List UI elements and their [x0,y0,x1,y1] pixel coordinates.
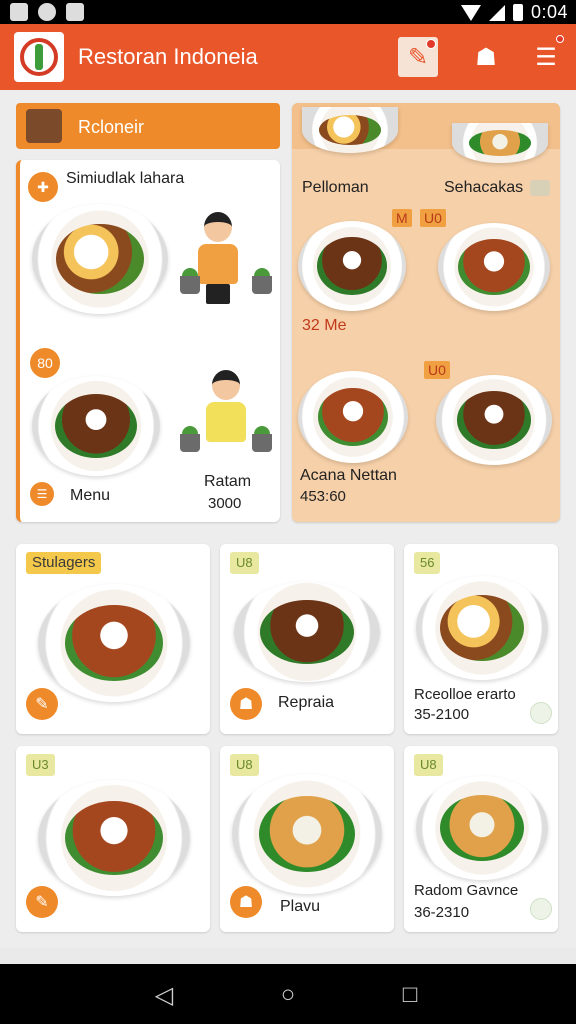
waiter-illustration [192,212,244,332]
notification-badge [426,39,436,49]
dish-image [302,107,398,153]
tile-tag: U8 [414,754,443,776]
recents-icon[interactable]: □ [390,980,430,1010]
tag: M [392,209,412,227]
plant-icon [252,268,272,294]
tile-label: Radom Gavnce [414,882,519,899]
tile-tag: U8 [230,754,259,776]
promo-card[interactable]: Pelloman Sehacakas M U0 32 Me U0 Acana N… [292,103,560,522]
dish-image [416,776,548,880]
chef-icon: ☗ [475,43,497,71]
chef-button[interactable]: ☗ [464,35,508,79]
tile-label: Repraia [278,694,335,711]
dish-image [416,576,548,680]
featured-card[interactable]: ✚ Simiudlak lahara 80 ☰ Menu Ratam 3000 [16,160,280,522]
home-icon[interactable]: ○ [268,980,308,1010]
messenger-icon [38,3,56,21]
section-header[interactable]: Rcloneir [16,103,280,149]
promo-item-price: 453:60 [300,488,346,505]
wifi-icon [460,4,481,21]
dish-image [438,223,550,311]
tile-price: 35-2100 [414,706,470,723]
status-bar: 0:04 [0,0,576,24]
tag: U0 [424,361,450,379]
dish-tile[interactable]: U3 ✎ [16,746,210,932]
tile-tag: U8 [230,552,259,574]
menu-button[interactable]: ☰ [524,35,568,79]
section-header-label: Rcloneir [78,117,145,137]
dish-image [234,582,380,682]
dish-image [436,375,552,465]
dish-tile[interactable]: 56 Rceolloe erarto 35-2100 [404,544,558,734]
dish-image [452,123,548,163]
promo-label-left: Pelloman [302,179,369,196]
tag: U0 [420,209,446,227]
plant-icon [180,268,200,294]
leaf-icon [530,702,552,724]
edit-button[interactable]: ✎ [398,37,438,77]
edit-icon: ✎ [407,43,429,71]
system-nav-bar: ◁ ○ □ [0,964,576,1024]
rating-label: Ratam [204,473,252,490]
status-time: 0:04 [530,2,568,22]
tile-tag: Stulagers [26,552,102,574]
dish-tile[interactable]: U8 Radom Gavnce 36-2310 [404,746,558,932]
edit-icon[interactable]: ✎ [26,688,58,720]
tile-label: Rceolloe erarto [414,686,516,703]
dish-image [298,221,406,311]
dish-image [38,780,190,896]
tile-price: 36-2310 [414,904,470,921]
chef-icon[interactable]: ☗ [230,886,262,918]
tile-tag: 56 [414,552,441,574]
tile-tag: U3 [26,754,55,776]
app-bar: Restoran Indoneia ✎ ☗ ☰ [0,24,576,90]
plant-icon [180,426,200,452]
signal-icon [488,4,505,21]
menu-badge [556,35,564,43]
dish-image [32,376,160,476]
restaurant-logo [14,32,64,82]
notification-icon [66,3,84,21]
leaf-icon [530,180,550,196]
menu-icon: ☰ [30,482,54,506]
badge-icon: 80 [30,348,60,378]
promo-mid-label: 32 Me [302,317,347,334]
dish-image [232,774,382,894]
dish-image [298,371,408,463]
featured-card-title: Simiudlak lahara [66,170,185,187]
menu-label[interactable]: Menu [70,487,110,505]
leaf-icon [530,898,552,920]
rating-value: 3000 [208,495,242,512]
gallery-icon [10,3,28,21]
dish-tile[interactable]: U8 ☗ Plavu [220,746,394,932]
section-thumbnail [26,109,62,143]
promo-item-name: Acana Nettan [300,467,397,484]
menu-icon: ☰ [535,43,557,71]
battery-icon [512,4,523,21]
tile-label: Plavu [280,898,321,915]
dish-tile[interactable]: Stulagers ✎ [16,544,210,734]
dish-image [38,584,190,702]
scroll-peek [0,948,576,964]
promo-label-right: Sehacakas [444,179,524,196]
dish-icon: ✚ [28,172,58,202]
chef-icon[interactable]: ☗ [230,688,262,720]
edit-icon[interactable]: ✎ [26,886,58,918]
plant-icon [252,426,272,452]
dish-tile[interactable]: U8 ☗ Repraia [220,544,394,734]
app-title: Restoran Indoneia [78,44,258,69]
chef-illustration [200,370,252,470]
dish-image [32,204,168,314]
back-icon[interactable]: ◁ [144,980,184,1010]
